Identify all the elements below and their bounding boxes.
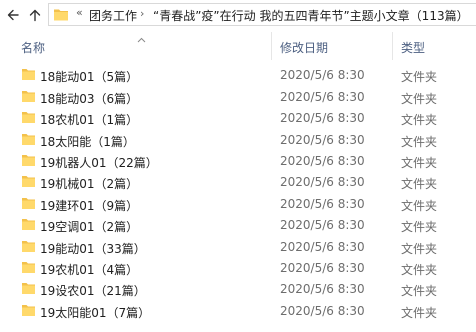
folder-icon (21, 174, 36, 189)
folder-icon (21, 239, 36, 254)
file-type: 文件夹 (401, 242, 438, 256)
folder-icon (53, 7, 69, 26)
file-row[interactable]: 19建环01（9篇） 2020/5/6 8:30 文件夹 (0, 193, 476, 215)
back-arrow-icon[interactable] (2, 4, 24, 26)
file-name[interactable]: 19农机01（4篇） (40, 261, 138, 278)
file-type: 文件夹 (401, 177, 438, 191)
breadcrumb-overflow-button[interactable]: « (76, 6, 83, 19)
file-type: 文件夹 (401, 113, 438, 127)
file-date: 2020/5/6 8:30 (280, 175, 365, 189)
folder-icon (21, 196, 36, 211)
folder-icon (21, 217, 36, 232)
file-row[interactable]: 19设农01（21篇） 2020/5/6 8:30 文件夹 (0, 278, 476, 300)
file-date: 2020/5/6 8:30 (280, 218, 365, 232)
file-date: 2020/5/6 8:30 (280, 282, 365, 296)
file-date: 2020/5/6 8:30 (280, 154, 365, 168)
file-row[interactable]: 19太阳能01（7篇） 2020/5/6 8:30 文件夹 (0, 300, 476, 322)
file-date: 2020/5/6 8:30 (280, 133, 365, 147)
file-row[interactable]: 19空调01（2篇） 2020/5/6 8:30 文件夹 (0, 214, 476, 236)
file-row[interactable]: 19能动01（33篇） 2020/5/6 8:30 文件夹 (0, 236, 476, 258)
file-type: 文件夹 (401, 92, 438, 106)
file-row[interactable]: 18能动03（6篇） 2020/5/6 8:30 文件夹 (0, 86, 476, 108)
file-type: 文件夹 (401, 306, 438, 320)
file-date: 2020/5/6 8:30 (280, 261, 365, 275)
folder-icon (21, 281, 36, 296)
file-name[interactable]: 18能动03（6篇） (40, 90, 138, 107)
file-type: 文件夹 (401, 156, 438, 170)
file-type: 文件夹 (401, 135, 438, 149)
file-row[interactable]: 19农机01（4篇） 2020/5/6 8:30 文件夹 (0, 257, 476, 279)
breadcrumb-item-current[interactable]: “青春战”疫”在行动 我的五四青年节”主题小文章（113篇） (153, 7, 469, 24)
file-name[interactable]: 19建环01（9篇） (40, 197, 138, 214)
address-bar[interactable]: « 团务工作 › “青春战”疫”在行动 我的五四青年节”主题小文章（113篇） (48, 3, 476, 26)
folder-icon (21, 132, 36, 147)
file-type: 文件夹 (401, 284, 438, 298)
file-name[interactable]: 18太阳能（1篇） (40, 133, 135, 150)
file-name[interactable]: 19能动01（33篇） (40, 240, 146, 257)
file-date: 2020/5/6 8:30 (280, 68, 365, 82)
breadcrumb-item[interactable]: 团务工作 (89, 7, 137, 24)
file-type: 文件夹 (401, 199, 438, 213)
sort-caret-icon (137, 28, 146, 47)
file-date: 2020/5/6 8:30 (280, 197, 365, 211)
explorer-window: « 团务工作 › “青春战”疫”在行动 我的五四青年节”主题小文章（113篇） … (0, 0, 476, 332)
up-arrow-icon[interactable] (24, 4, 46, 26)
file-row[interactable]: 18农机01（1篇） 2020/5/6 8:30 文件夹 (0, 107, 476, 129)
file-date: 2020/5/6 8:30 (280, 111, 365, 125)
navigation-bar: « 团务工作 › “青春战”疫”在行动 我的五四青年节”主题小文章（113篇） (0, 0, 476, 30)
folder-icon (21, 110, 36, 125)
file-row[interactable]: 19机器人01（22篇） 2020/5/6 8:30 文件夹 (0, 150, 476, 172)
folder-icon (21, 303, 36, 318)
folder-icon (21, 260, 36, 275)
column-header-date[interactable]: 修改日期 (280, 39, 328, 56)
file-name[interactable]: 19机械01（2篇） (40, 175, 138, 192)
column-header-type[interactable]: 类型 (401, 39, 425, 56)
column-header-name[interactable]: 名称 (21, 39, 45, 56)
file-date: 2020/5/6 8:30 (280, 240, 365, 254)
file-row[interactable]: 18能动01（5篇） 2020/5/6 8:30 文件夹 (0, 64, 476, 86)
file-list: 18能动01（5篇） 2020/5/6 8:30 文件夹 18能动03（6篇） … (0, 60, 476, 332)
column-divider[interactable] (392, 32, 393, 60)
file-date: 2020/5/6 8:30 (280, 90, 365, 104)
file-name[interactable]: 19太阳能01（7篇） (40, 304, 150, 321)
file-name[interactable]: 19机器人01（22篇） (40, 154, 158, 171)
file-name[interactable]: 18农机01（1篇） (40, 111, 138, 128)
column-divider[interactable] (271, 32, 272, 60)
file-type: 文件夹 (401, 263, 438, 277)
file-date: 2020/5/6 8:30 (280, 304, 365, 318)
file-row[interactable]: 19机械01（2篇） 2020/5/6 8:30 文件夹 (0, 171, 476, 193)
breadcrumb-separator-icon[interactable]: › (140, 7, 144, 20)
file-row[interactable]: 18太阳能（1篇） 2020/5/6 8:30 文件夹 (0, 129, 476, 151)
file-type: 文件夹 (401, 220, 438, 234)
file-name[interactable]: 19设农01（21篇） (40, 282, 146, 299)
file-name[interactable]: 19空调01（2篇） (40, 218, 138, 235)
folder-icon (21, 153, 36, 168)
file-name[interactable]: 18能动01（5篇） (40, 68, 138, 85)
folder-icon (21, 67, 36, 82)
file-type: 文件夹 (401, 70, 438, 84)
folder-icon (21, 89, 36, 104)
